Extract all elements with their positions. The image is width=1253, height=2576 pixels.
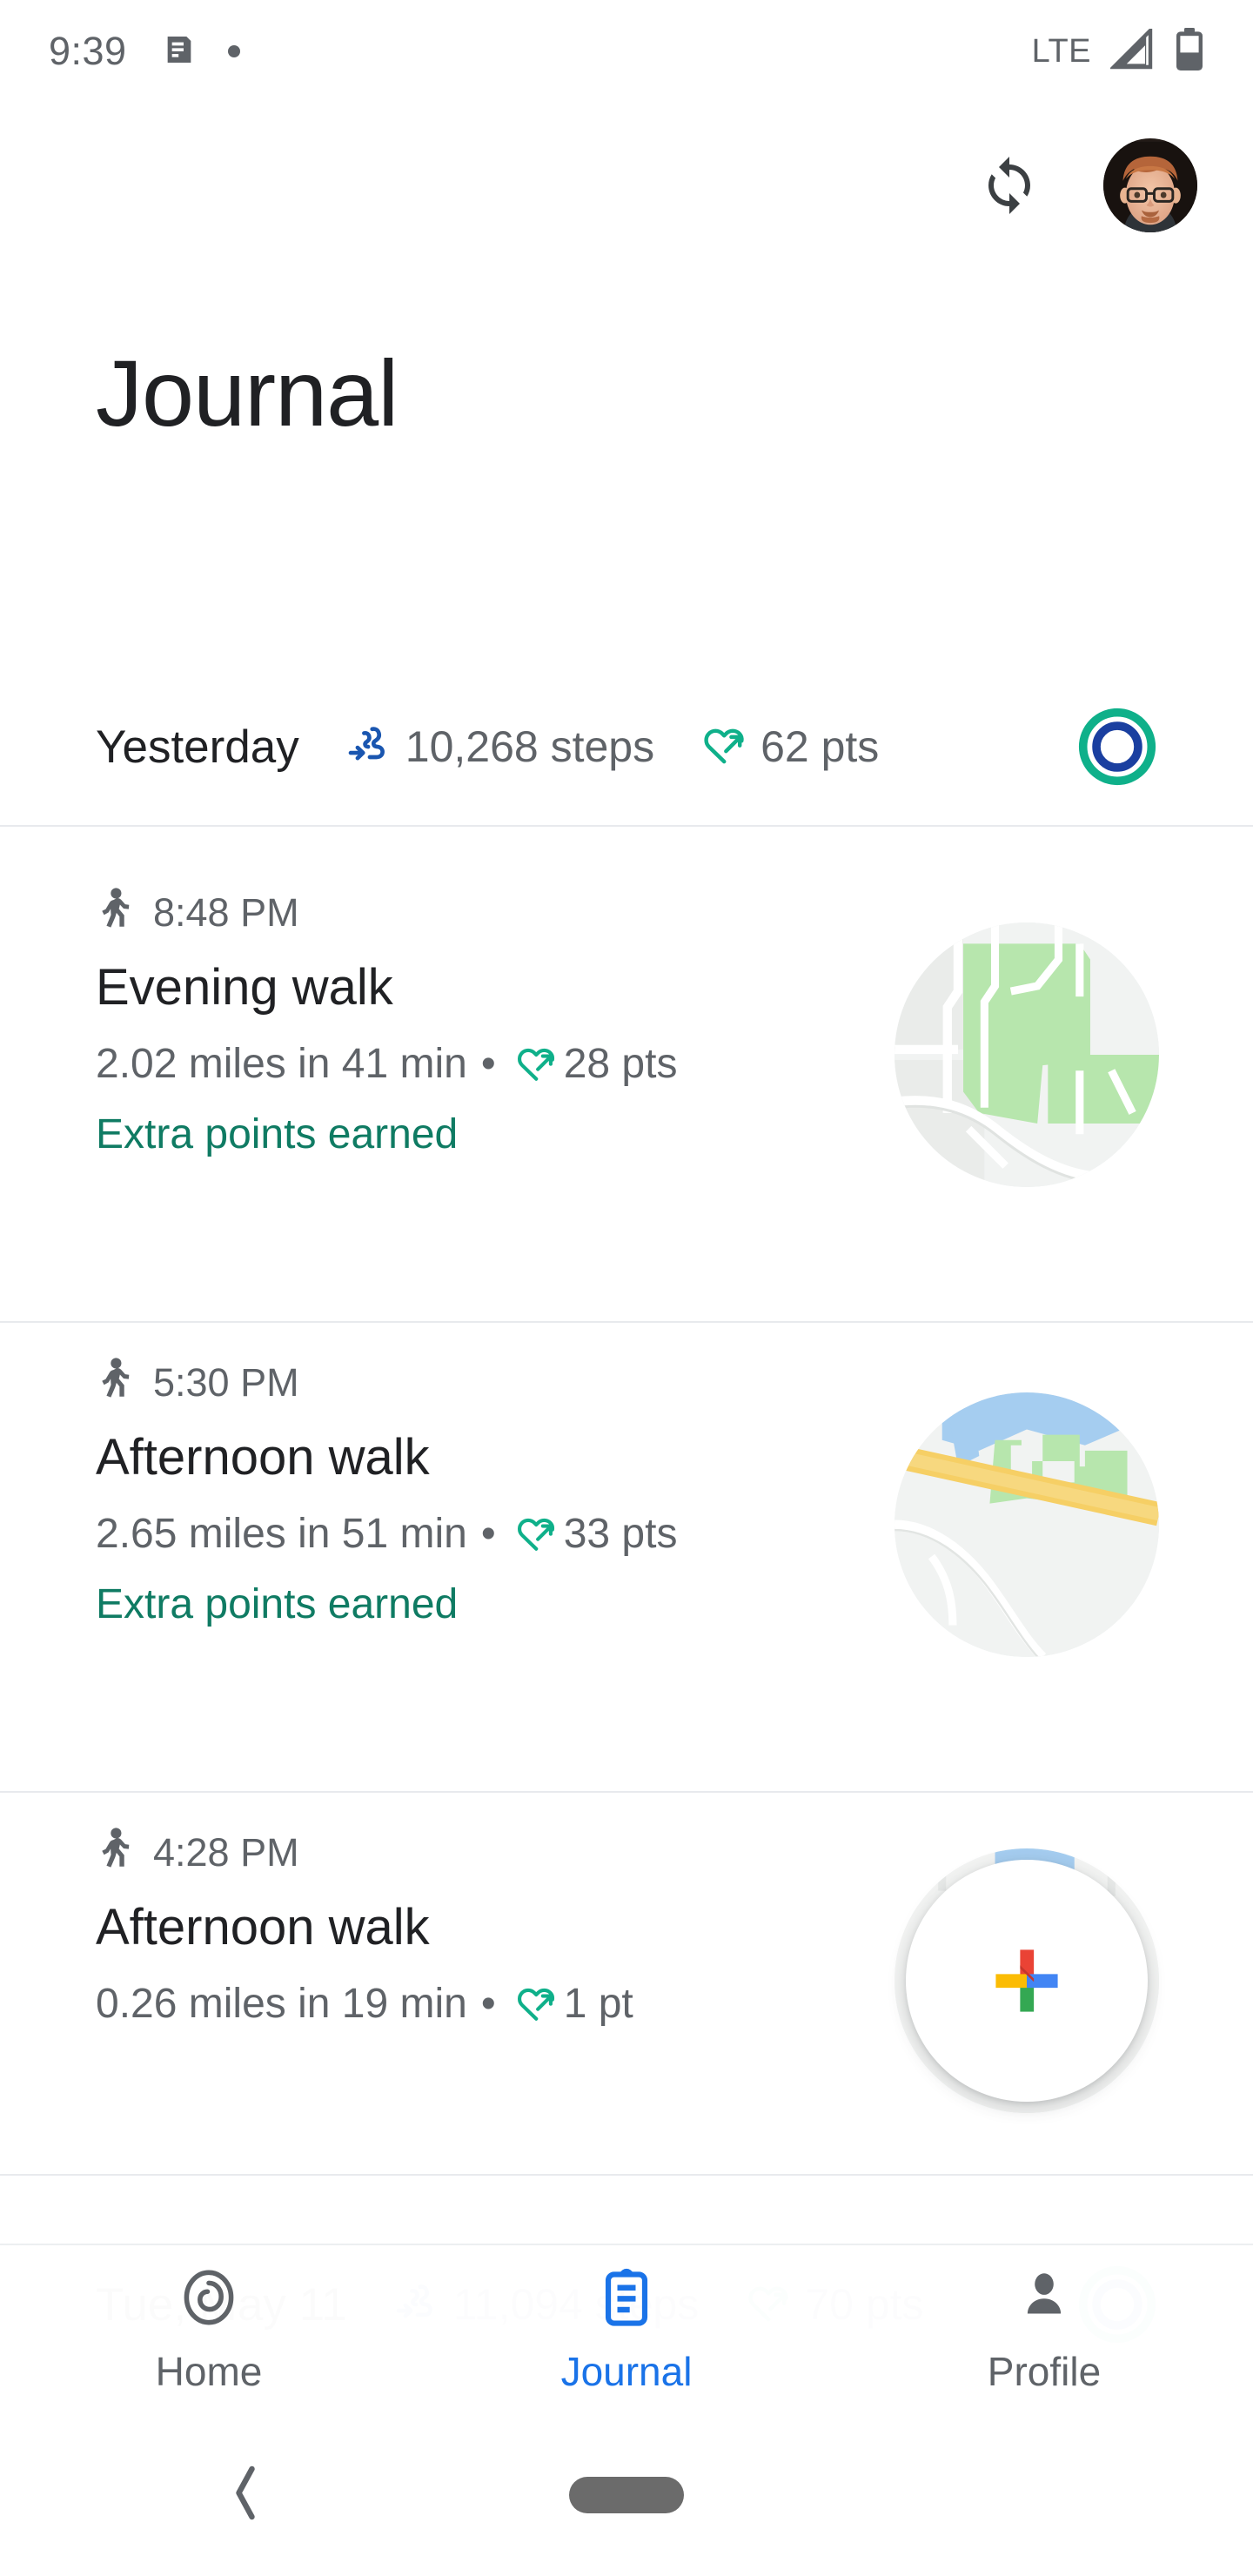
clipboard-icon (594, 2265, 659, 2334)
heart-points-metric: 62 pts (700, 721, 879, 774)
walking-person-icon (96, 1357, 134, 1410)
steps-value: 10,268 steps (405, 722, 655, 771)
battery-icon (1175, 27, 1204, 76)
home-pill-indicator[interactable] (569, 2477, 684, 2513)
bottom-navigation-bar: Home Journal Profile (0, 2244, 1253, 2414)
entry-time: 5:30 PM (153, 1360, 299, 1405)
entry-distance-duration: 2.65 miles in 51 min (96, 1510, 467, 1557)
divider-day-header (0, 825, 1253, 827)
footprints-icon (345, 721, 393, 774)
activity-entry[interactable]: 4:28 PM Afternoon walk 0.26 miles in 19 … (0, 1826, 1253, 2174)
google-fit-plus-badge[interactable] (895, 1848, 1159, 2113)
page-title: Journal (96, 340, 399, 446)
entry-distance-duration: 2.02 miles in 41 min (96, 1040, 467, 1087)
app-bar (0, 103, 1253, 268)
nav-label-journal: Journal (560, 2348, 693, 2394)
map-thumbnail-highway[interactable] (895, 1392, 1159, 1657)
entry-title: Afternoon walk (96, 1429, 430, 1486)
entry-stats: 2.02 miles in 41 min • 28 pts (96, 1040, 677, 1088)
entry-title: Afternoon walk (96, 1899, 430, 1955)
network-type-label: LTE (1031, 32, 1091, 70)
walking-person-icon (96, 887, 134, 940)
entry-extra-points-label: Extra points earned (96, 1110, 459, 1157)
signal-triangle-icon (1109, 25, 1156, 75)
heart-points-icon (513, 1511, 559, 1556)
entry-separator: • (480, 1980, 496, 2027)
status-bar-notifications (162, 32, 240, 71)
google-fit-plus-icon (995, 1949, 1058, 2012)
day-summary-row[interactable]: Yesterday 10,268 steps 62 pts (0, 677, 1253, 816)
entry-points: 28 pts (563, 1040, 678, 1087)
home-rings-icon (177, 2265, 241, 2334)
entry-points: 1 pt (563, 1980, 633, 2027)
entry-distance-duration: 0.26 miles in 19 min (96, 1980, 467, 2027)
fit-badge-disc (906, 1860, 1148, 2102)
nav-item-profile[interactable]: Profile (835, 2265, 1253, 2395)
person-icon (1012, 2265, 1076, 2334)
message-icon (162, 32, 197, 71)
entry-separator: • (480, 1510, 496, 1557)
divider-entry-1 (0, 1321, 1253, 1323)
steps-metric: 10,268 steps (345, 721, 654, 774)
entry-text-block: 8:48 PM Evening walk 2.02 miles in 41 mi… (96, 886, 677, 1158)
status-bar-system-icons: LTE (1031, 25, 1204, 76)
entry-separator: • (480, 1040, 496, 1087)
profile-avatar[interactable] (1103, 138, 1197, 232)
android-navigation-bar (0, 2414, 1253, 2576)
heart-points-icon (700, 721, 748, 774)
heart-points-icon (513, 1981, 559, 2026)
nav-label-profile: Profile (987, 2348, 1102, 2394)
map-thumbnail-park[interactable] (895, 922, 1159, 1187)
sync-icon[interactable] (969, 145, 1049, 225)
day-label: Yesterday (96, 721, 299, 773)
back-chevron-icon[interactable] (228, 2465, 263, 2526)
entry-title: Evening walk (96, 959, 393, 1016)
entry-time: 8:48 PM (153, 890, 299, 935)
walking-person-icon (96, 1827, 134, 1880)
entry-extra-points-label: Extra points earned (96, 1580, 459, 1627)
divider-entry-3 (0, 2174, 1253, 2176)
entry-header: 8:48 PM (96, 886, 677, 940)
entry-header: 5:30 PM (96, 1356, 677, 1410)
entry-stats: 2.65 miles in 51 min • 33 pts (96, 1510, 677, 1558)
nav-item-journal[interactable]: Journal (418, 2265, 835, 2395)
nav-item-home[interactable]: Home (0, 2265, 418, 2395)
status-bar-clock: 9:39 (49, 29, 127, 73)
entry-time: 4:28 PM (153, 1830, 299, 1875)
heart-points-value: 62 pts (761, 722, 880, 771)
divider-entry-2 (0, 1791, 1253, 1793)
status-bar: 9:39 LTE (0, 0, 1253, 103)
entry-text-block: 5:30 PM Afternoon walk 2.65 miles in 51 … (96, 1356, 677, 1628)
activity-entry[interactable]: 5:30 PM Afternoon walk 2.65 miles in 51 … (0, 1356, 1253, 1791)
entry-text-block: 4:28 PM Afternoon walk 0.26 miles in 19 … (96, 1826, 633, 2028)
app-screen: 9:39 LTE Journal Yesterday 10,268 steps … (0, 0, 1253, 2576)
nav-label-home: Home (155, 2348, 263, 2394)
goal-rings-icon (1077, 707, 1157, 787)
notification-dot (227, 45, 240, 57)
entry-header: 4:28 PM (96, 1826, 633, 1880)
entry-points: 33 pts (563, 1510, 678, 1557)
entry-stats: 0.26 miles in 19 min • 1 pt (96, 1980, 633, 2028)
heart-points-icon (513, 1041, 559, 1086)
activity-entry[interactable]: 8:48 PM Evening walk 2.02 miles in 41 mi… (0, 886, 1253, 1321)
